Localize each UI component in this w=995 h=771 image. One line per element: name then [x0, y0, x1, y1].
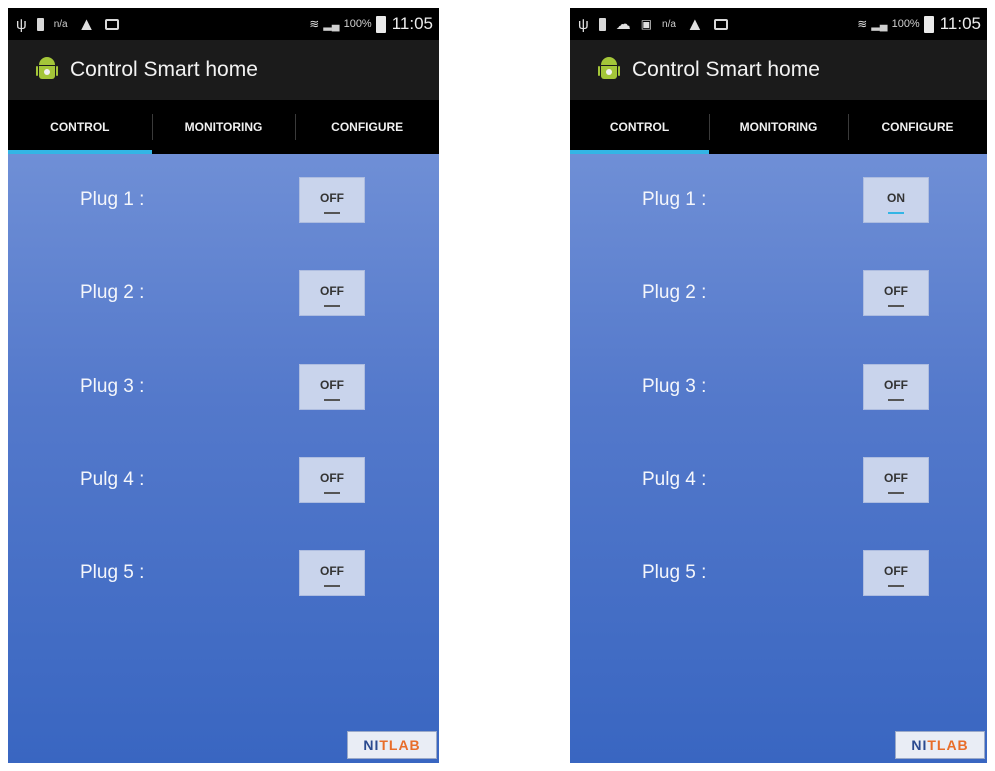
toggle-state: OFF — [320, 471, 344, 485]
app-title: Control Smart home — [632, 58, 820, 81]
plug-label: Pulg 4 : — [80, 469, 145, 490]
toggle-indicator — [888, 585, 904, 587]
android-app-icon — [36, 57, 58, 83]
plug-label: Plug 5 : — [80, 562, 145, 583]
plug-label: Plug 2 : — [642, 282, 707, 303]
plug-row: Pulg 4 : OFF — [570, 457, 987, 507]
plug-3-toggle-button[interactable]: OFF — [299, 364, 365, 410]
battery-icon — [923, 15, 934, 33]
plug-label: Plug 2 : — [80, 282, 145, 303]
usb-icon: ψ — [16, 15, 27, 33]
warning-icon: ▲ — [685, 14, 704, 34]
status-bar: ψ ☁ ▣ n/a ▲ ≋ ▂▄ 100% 11:05 — [570, 8, 987, 40]
plug-row: Plug 5 : OFF — [8, 550, 439, 600]
plug-4-toggle-button[interactable]: OFF — [863, 457, 929, 503]
toggle-indicator — [888, 212, 904, 214]
phone-screen-left: ψ n/a ▲ ≋ ▂▄ 100% 11:05 Control Smart ho… — [8, 8, 439, 763]
nitlab-logo: NI T LAB — [347, 731, 437, 759]
plug-row: Plug 1 : OFF — [8, 177, 439, 227]
plug-3-toggle-button[interactable]: OFF — [863, 364, 929, 410]
status-time: 11:05 — [391, 14, 433, 33]
wifi-icon: ≋ — [857, 17, 868, 31]
control-content: Plug 1 : ON Plug 2 : OFF Plug 3 : OFF Pu… — [570, 154, 987, 763]
plug-1-toggle-button[interactable]: OFF — [299, 177, 365, 223]
status-bar: ψ n/a ▲ ≋ ▂▄ 100% 11:05 — [8, 8, 439, 40]
battery-small-icon — [36, 17, 44, 31]
tab-bar: CONTROL MONITORING CONFIGURE — [8, 100, 439, 154]
toggle-state: OFF — [884, 284, 908, 298]
toggle-indicator — [888, 492, 904, 494]
signal-icon: ▂▄ — [871, 18, 888, 31]
plug-row: Plug 3 : OFF — [570, 364, 987, 414]
control-content: Plug 1 : OFF Plug 2 : OFF Plug 3 : OFF P… — [8, 154, 439, 763]
phone-screen-right: ψ ☁ ▣ n/a ▲ ≋ ▂▄ 100% 11:05 Control Smar… — [570, 8, 987, 763]
plug-label: Pulg 4 : — [642, 469, 707, 490]
toggle-indicator — [324, 585, 340, 587]
plug-label: Plug 5 : — [642, 562, 707, 583]
shopping-bag-icon — [713, 18, 728, 30]
toggle-indicator — [324, 399, 340, 401]
battery-icon — [375, 15, 386, 33]
toggle-state: OFF — [320, 284, 344, 298]
android-app-icon — [598, 57, 620, 83]
plug-2-toggle-button[interactable]: OFF — [299, 270, 365, 316]
plug-5-toggle-button[interactable]: OFF — [299, 550, 365, 596]
app-title: Control Smart home — [70, 58, 258, 81]
cloud-icon: ☁ — [615, 15, 631, 33]
status-na: n/a — [53, 18, 68, 30]
plug-row: Plug 2 : OFF — [8, 270, 439, 320]
screenshot-pair: ψ n/a ▲ ≋ ▂▄ 100% 11:05 Control Smart ho… — [0, 0, 995, 771]
toggle-state: OFF — [320, 378, 344, 392]
toggle-state: OFF — [320, 191, 344, 205]
plug-5-toggle-button[interactable]: OFF — [863, 550, 929, 596]
plug-row: Plug 1 : ON — [570, 177, 987, 227]
toggle-indicator — [888, 399, 904, 401]
status-time: 11:05 — [939, 14, 981, 33]
plug-4-toggle-button[interactable]: OFF — [299, 457, 365, 503]
toggle-indicator — [888, 305, 904, 307]
battery-percent: 100% — [891, 18, 920, 30]
nitlab-logo: NI T LAB — [895, 731, 985, 759]
warning-icon: ▲ — [77, 14, 96, 34]
image-icon: ▣ — [640, 17, 653, 31]
plug-1-toggle-button[interactable]: ON — [863, 177, 929, 223]
battery-small-icon — [598, 17, 606, 31]
action-bar: Control Smart home — [570, 40, 987, 100]
plug-label: Plug 3 : — [80, 376, 145, 397]
tab-monitoring[interactable]: MONITORING — [709, 100, 848, 154]
toggle-indicator — [324, 212, 340, 214]
toggle-state: OFF — [884, 378, 908, 392]
toggle-state: OFF — [320, 564, 344, 578]
toggle-state: ON — [887, 191, 905, 205]
plug-row: Plug 5 : OFF — [570, 550, 987, 600]
tab-configure[interactable]: CONFIGURE — [295, 100, 439, 154]
plug-2-toggle-button[interactable]: OFF — [863, 270, 929, 316]
tab-bar: CONTROL MONITORING CONFIGURE — [570, 100, 987, 154]
tab-control[interactable]: CONTROL — [8, 100, 152, 154]
plug-row: Plug 3 : OFF — [8, 364, 439, 414]
usb-icon: ψ — [578, 15, 589, 33]
toggle-state: OFF — [884, 471, 908, 485]
plug-row: Pulg 4 : OFF — [8, 457, 439, 507]
action-bar: Control Smart home — [8, 40, 439, 100]
plug-label: Plug 3 : — [642, 376, 707, 397]
shopping-bag-icon — [105, 18, 120, 30]
tab-control[interactable]: CONTROL — [570, 100, 709, 154]
plug-label: Plug 1 : — [642, 189, 707, 210]
tab-monitoring[interactable]: MONITORING — [151, 100, 296, 154]
toggle-indicator — [324, 305, 340, 307]
plug-label: Plug 1 : — [80, 189, 145, 210]
plug-row: Plug 2 : OFF — [570, 270, 987, 320]
signal-icon: ▂▄ — [323, 18, 340, 31]
toggle-state: OFF — [884, 564, 908, 578]
status-na: n/a — [662, 18, 676, 30]
battery-percent: 100% — [343, 18, 372, 30]
wifi-icon: ≋ — [309, 17, 320, 31]
tab-configure[interactable]: CONFIGURE — [848, 100, 987, 154]
toggle-indicator — [324, 492, 340, 494]
